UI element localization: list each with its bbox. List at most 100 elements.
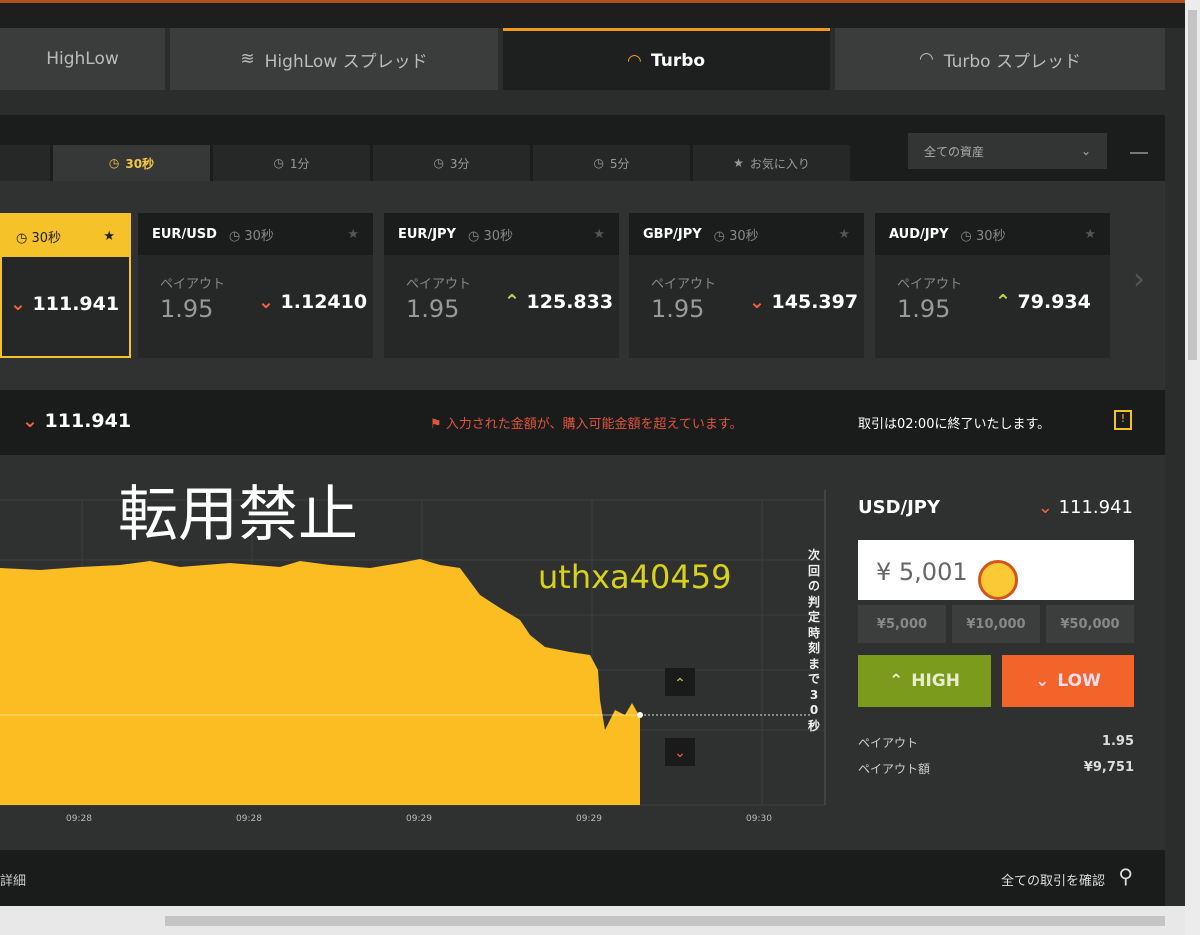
x-tick: 09:28 [66, 814, 92, 824]
payout-value: 1.95 [406, 295, 460, 323]
details-link[interactable]: 詳細 [0, 870, 26, 889]
payout-label: ペイアウト [406, 277, 472, 292]
subtab-label: 1分 [289, 156, 310, 171]
x-tick: 09:28 [236, 814, 262, 824]
subtab-blank[interactable] [0, 145, 50, 181]
card-rate: ⌄ 111.941 [10, 293, 119, 315]
star-icon[interactable]: ★ [838, 227, 850, 242]
arrow-down-icon: ⌄ [674, 745, 686, 761]
payout-amount-value: ¥9,751 [1083, 760, 1134, 775]
card-pair: EUR/JPY [398, 226, 456, 242]
card-time: 30秒 [31, 230, 62, 246]
rate-value: 111.941 [32, 293, 120, 315]
search-icon[interactable]: ⚲ [1118, 864, 1133, 888]
speedometer-icon: ◠ [627, 50, 641, 71]
subtab-30s[interactable]: ◷ 30秒 [53, 145, 210, 181]
high-button[interactable]: ⌃ HIGH [858, 655, 991, 707]
minimize-icon[interactable] [1130, 152, 1148, 154]
horizontal-scrollbar[interactable] [0, 906, 1185, 935]
payout-label: ペイアウト [651, 277, 717, 292]
window-top [0, 0, 1200, 28]
chevron-down-icon: ⌄ [1080, 144, 1091, 158]
subtab-favorites[interactable]: ★ お気に入り [693, 145, 850, 181]
star-icon[interactable]: ★ [103, 229, 115, 244]
warning-message: ⚑ 入力された金額が、購入可能金額を超えています。 [430, 417, 743, 432]
countdown-label: 次回の判定時刻まで30秒 [807, 548, 820, 733]
subtab-3m[interactable]: ◷ 3分 [373, 145, 530, 181]
card-time: ◷ 30秒 [960, 228, 1006, 244]
subtab-label: 30秒 [125, 156, 155, 171]
card-rate: ⌃ 125.833 [504, 291, 614, 313]
closing-time: 取引は02:00に終了いたします。 [858, 417, 1051, 432]
preset-10000-button[interactable]: ¥10,000 [952, 605, 1040, 643]
payout-label: ペイアウト [858, 736, 919, 750]
subtab-5m[interactable]: ◷ 5分 [533, 145, 690, 181]
arrow-down-icon: ⌄ [749, 291, 765, 313]
payout-label: ペイアウト [897, 277, 963, 292]
card-pair: EUR/USD [152, 226, 217, 242]
view-all-trades-link[interactable]: 全ての取引を確認 [1001, 870, 1105, 889]
help-icon[interactable]: ! [1114, 410, 1132, 430]
asset-card-usdjpy[interactable]: ◷ 30秒 ★ ⌄ 111.941 [0, 213, 131, 358]
card-pair: AUD/JPY [889, 226, 949, 242]
x-tick: 09:29 [406, 814, 432, 824]
x-tick: 09:29 [576, 814, 602, 824]
star-icon[interactable]: ★ [1084, 227, 1096, 242]
low-button[interactable]: ⌄ LOW [1002, 655, 1134, 707]
arrow-up-icon: ⌃ [995, 291, 1011, 313]
star-icon[interactable]: ★ [347, 227, 359, 242]
current-point [637, 712, 643, 718]
trade-pair: USD/JPY [858, 497, 941, 518]
info-bar: ⌄ 111.941 ⚑ 入力された金額が、購入可能金額を超えています。 取引は0… [0, 390, 1165, 455]
waves-icon: ≋ [240, 49, 255, 69]
watermark-id: uthxa40459 [538, 558, 732, 596]
asset-card-eurjpy[interactable]: EUR/JPY ◷ 30秒 ★ ペイアウト 1.95 ⌃ 125.833 [384, 213, 619, 358]
subtab-label: 5分 [609, 156, 630, 171]
arrow-down-icon: ⌄ [10, 293, 26, 315]
payout-value: 1.95 [160, 295, 214, 323]
card-time: ◷ 30秒 [228, 228, 274, 244]
chevron-right-icon[interactable]: › [1133, 262, 1145, 297]
asset-card-eurusd[interactable]: EUR/USD ◷ 30秒 ★ ペイアウト 1.95 ⌄ 1.12410 [138, 213, 373, 358]
payout-value: 1.95 [651, 295, 705, 323]
tab-turbo-spread[interactable]: ◠ Turbo スプレッド [835, 28, 1165, 90]
clock-icon: ◷ [108, 156, 120, 170]
star-icon: ★ [733, 156, 744, 170]
arrow-down-icon: ⌄ [1037, 497, 1053, 518]
trade-panel: USD/JPY ⌄ 111.941 ¥ 5,001 ¥5,000 ¥10,000… [845, 455, 1165, 850]
flag-icon: ⚑ [430, 417, 442, 432]
card-time: ◷ 30秒 [467, 228, 514, 244]
asset-card-gbpjpy[interactable]: GBP/JPY ◷ 30秒 ★ ペイアウト 1.95 ⌄ 145.397 [629, 213, 864, 358]
tab-label: HighLow スプレッド [264, 51, 428, 72]
clock-icon: ◷ [593, 156, 604, 170]
clock-icon: ◷ 30秒 [16, 230, 62, 246]
x-tick: 09:30 [746, 814, 772, 824]
card-rate: ⌃ 79.934 [995, 291, 1091, 313]
arrow-up-icon: ⌃ [889, 671, 904, 691]
arrow-down-icon: ⌄ [22, 410, 38, 432]
cursor-indicator [978, 560, 1018, 600]
subtab-1m[interactable]: ◷ 1分 [213, 145, 370, 181]
tab-label: Turbo [651, 50, 706, 71]
subtab-label: お気に入り [749, 156, 810, 171]
star-icon[interactable]: ★ [593, 227, 605, 242]
payout-value: 1.95 [897, 295, 951, 323]
payout-label: ペイアウト [160, 277, 226, 292]
tab-turbo[interactable]: ◠ Turbo [503, 28, 830, 90]
payout-amount-label: ペイアウト額 [858, 762, 931, 776]
card-rate: ⌄ 1.12410 [258, 291, 368, 313]
preset-5000-button[interactable]: ¥5,000 [858, 605, 946, 643]
tab-highlow[interactable]: HighLow [0, 28, 165, 90]
vertical-scrollbar[interactable] [1185, 0, 1200, 935]
asset-card-audjpy[interactable]: AUD/JPY ◷ 30秒 ★ ペイアウト 1.95 ⌃ 79.934 [875, 213, 1110, 358]
watermark-text: 転用禁止 [118, 480, 358, 550]
speedometer-icon: ◠ [918, 49, 934, 69]
clock-icon: ◷ [433, 156, 444, 170]
bottom-bar: 詳細 全ての取引を確認 ⚲ [0, 850, 1165, 906]
preset-50000-button[interactable]: ¥50,000 [1046, 605, 1134, 643]
subtab-label: 3分 [449, 156, 470, 171]
card-time: ◷ 30秒 [713, 228, 759, 244]
tab-highlow-spread[interactable]: ≋ HighLow スプレッド [170, 28, 498, 90]
card-pair: GBP/JPY [643, 226, 702, 242]
asset-filter-select[interactable]: 全ての資産 ⌄ [908, 133, 1107, 169]
